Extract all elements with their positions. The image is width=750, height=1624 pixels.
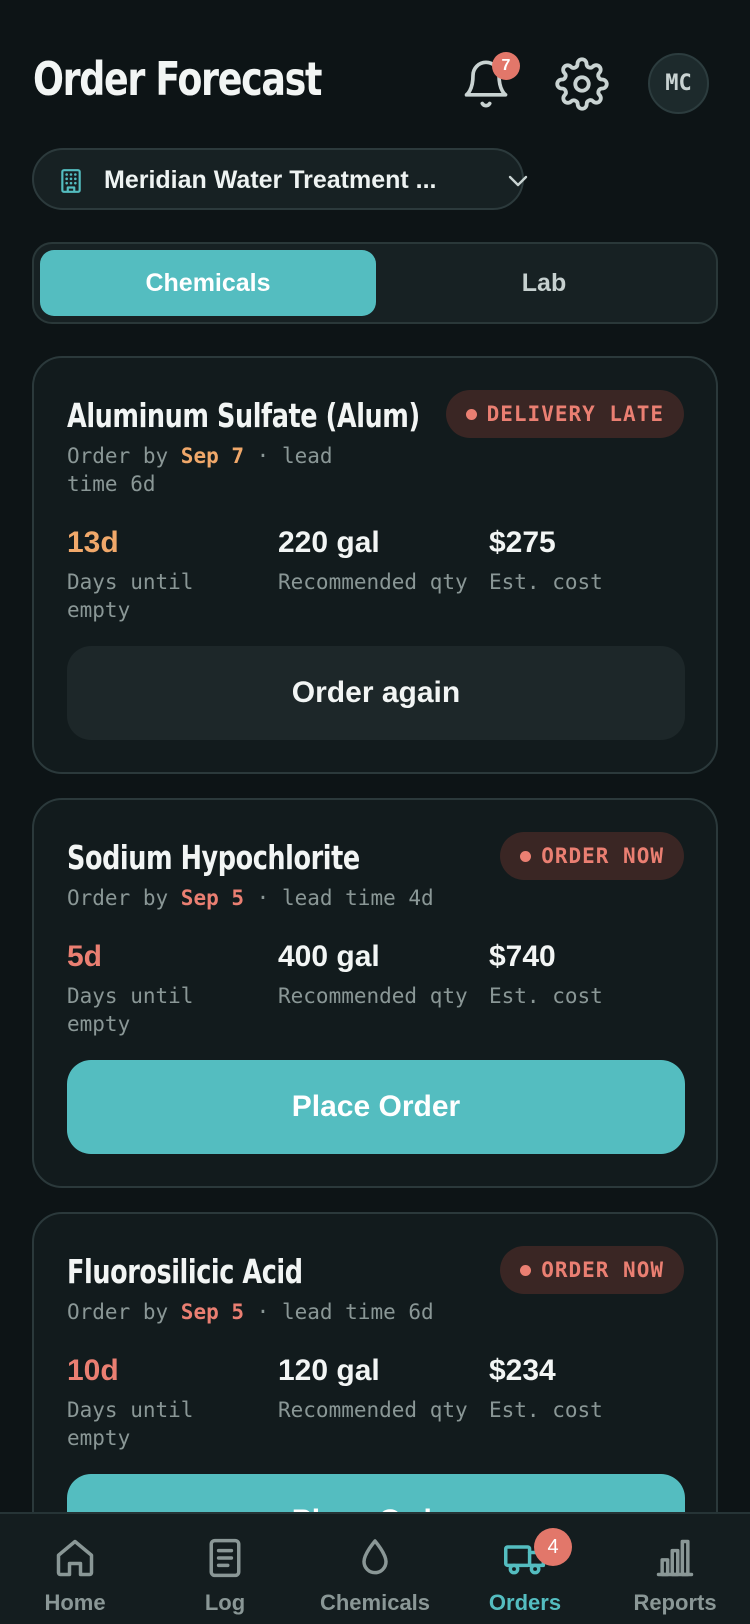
order-by-info: Order by Sep 5 · lead time 4d xyxy=(67,884,434,912)
qty-value: 400 gal xyxy=(278,940,380,973)
status-text: DELIVERY LATE xyxy=(486,402,664,426)
facility-name: Meridian Water Treatment ... xyxy=(104,166,437,194)
nav-home[interactable]: Home xyxy=(0,1534,150,1616)
cost-value: $740 xyxy=(489,940,556,973)
order-by-prefix: Order by xyxy=(67,444,181,468)
status-dot xyxy=(465,408,477,420)
bottom-navigation: Home Log Chemicals 4 Orders Reports xyxy=(0,1512,750,1624)
tab-chemicals[interactable]: Chemicals xyxy=(40,250,376,316)
order-by-suffix: · lead xyxy=(244,444,333,468)
forecast-card: Aluminum Sulfate (Alum) DELIVERY LATE Or… xyxy=(32,356,718,774)
notifications-button[interactable]: 7 xyxy=(456,52,520,114)
recommended-qty: 220 gal Recommended qty xyxy=(278,526,478,596)
cost-label: Est. cost xyxy=(489,570,603,594)
nav-label: Log xyxy=(204,1590,246,1615)
nav-orders[interactable]: 4 Orders xyxy=(450,1528,600,1616)
days-value: 5d xyxy=(67,940,103,973)
cost-label: Est. cost xyxy=(489,1398,603,1422)
days-value: 13d xyxy=(67,526,119,559)
status-text: ORDER NOW xyxy=(541,844,664,868)
nav-reports[interactable]: Reports xyxy=(600,1534,750,1616)
category-tabs: Chemicals Lab xyxy=(32,242,718,324)
recommended-qty: 400 gal Recommended qty xyxy=(278,940,478,1010)
settings-button[interactable] xyxy=(552,54,612,114)
avatar[interactable]: MC xyxy=(648,53,709,114)
cost-value: $234 xyxy=(489,1354,556,1387)
qty-label: Recommended qty xyxy=(278,570,468,594)
qty-label: Recommended qty xyxy=(278,1398,468,1422)
place-order-button[interactable]: Place Order xyxy=(67,1060,685,1154)
chemical-name: Aluminum Sulfate (Alum) xyxy=(67,396,420,435)
order-by-suffix: · lead time 4d xyxy=(244,886,434,910)
nav-chemicals[interactable]: Chemicals xyxy=(300,1534,450,1616)
qty-value: 220 gal xyxy=(278,526,380,559)
nav-label: Reports xyxy=(633,1590,717,1615)
page-title: Order Forecast xyxy=(33,52,322,106)
estimated-cost: $275 Est. cost xyxy=(489,526,689,596)
days-value: 10d xyxy=(67,1354,119,1387)
nav-log[interactable]: Log xyxy=(150,1534,300,1616)
forecast-card: Sodium Hypochlorite ORDER NOW Order by S… xyxy=(32,798,718,1188)
recommended-qty: 120 gal Recommended qty xyxy=(278,1354,478,1424)
order-again-button[interactable]: Order again xyxy=(67,646,685,740)
status-dot xyxy=(520,1264,532,1276)
days-until-empty: 13d Days until empty xyxy=(67,526,267,624)
chemical-name: Fluorosilicic Acid xyxy=(67,1252,303,1291)
nav-label: Chemicals xyxy=(319,1590,431,1615)
status-badge: DELIVERY LATE xyxy=(445,390,684,438)
days-until-empty: 10d Days until empty xyxy=(67,1354,267,1452)
status-text: ORDER NOW xyxy=(541,1258,664,1282)
status-badge: ORDER NOW xyxy=(500,1246,684,1294)
droplet-icon xyxy=(362,1539,388,1575)
order-by-date: Sep 5 xyxy=(180,886,245,910)
estimated-cost: $740 Est. cost xyxy=(489,940,689,1010)
order-by-info: Order by Sep 5 · lead time 6d xyxy=(67,1298,434,1326)
facility-selector[interactable]: Meridian Water Treatment ... xyxy=(32,148,528,210)
nav-label: Orders xyxy=(488,1590,562,1615)
days-label: Days until empty xyxy=(67,1398,194,1450)
tab-lab[interactable]: Lab xyxy=(376,250,712,316)
app-header: Order Forecast 7 MC xyxy=(0,0,750,150)
qty-label: Recommended qty xyxy=(278,984,468,1008)
order-by-suffix: · lead time 6d xyxy=(244,1300,434,1324)
order-by-prefix: Order by xyxy=(67,886,181,910)
order-by-prefix: Order by xyxy=(67,1300,181,1324)
status-badge: ORDER NOW xyxy=(500,832,684,880)
log-icon xyxy=(209,1538,241,1578)
order-by-date: Sep 5 xyxy=(180,1300,245,1324)
days-until-empty: 5d Days until empty xyxy=(67,940,267,1038)
status-dot xyxy=(520,850,532,862)
bar-chart-icon xyxy=(656,1539,694,1577)
chevron-down-icon xyxy=(508,175,528,187)
cost-label: Est. cost xyxy=(489,984,603,1008)
days-label: Days until empty xyxy=(67,570,194,622)
chemical-name: Sodium Hypochlorite xyxy=(67,838,360,877)
cost-value: $275 xyxy=(489,526,556,559)
home-icon xyxy=(56,1539,94,1577)
days-label: Days until empty xyxy=(67,984,194,1036)
order-by-info: Order by Sep 7 · lead time 6d xyxy=(67,442,333,498)
order-by-date: Sep 7 xyxy=(180,444,245,468)
notification-count-badge: 7 xyxy=(492,52,520,80)
estimated-cost: $234 Est. cost xyxy=(489,1354,689,1424)
orders-count-badge: 4 xyxy=(534,1528,572,1566)
gear-icon xyxy=(555,57,609,111)
order-by-suffix-line2: time 6d xyxy=(67,472,156,496)
building-icon xyxy=(61,169,81,193)
nav-label: Home xyxy=(44,1590,106,1615)
qty-value: 120 gal xyxy=(278,1354,380,1387)
